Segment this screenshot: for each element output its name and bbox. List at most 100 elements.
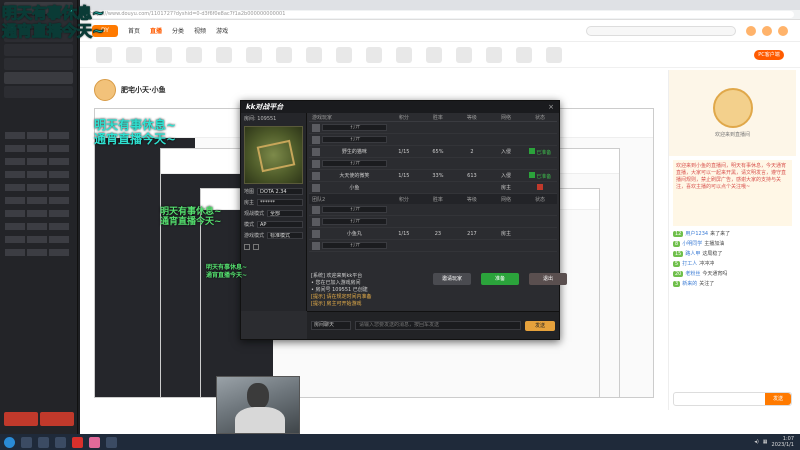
anchor-name: 肥宅小天·小鱼: [121, 86, 166, 94]
dialog-titlebar[interactable]: kk对战平台 ×: [241, 101, 559, 113]
app-icon[interactable]: [89, 436, 100, 448]
nav-category[interactable]: 分类: [172, 26, 184, 35]
category-icon[interactable]: [276, 46, 292, 63]
app-icon[interactable]: [72, 436, 83, 448]
app-icon[interactable]: [106, 436, 117, 448]
stream-tool-sidebar: [0, 0, 78, 434]
setting-observer: 观战模式 全部: [244, 209, 303, 218]
table-row[interactable]: 打开: [309, 216, 557, 228]
table-row[interactable]: 小鱼 房主: [309, 182, 557, 194]
mascot-icon: [712, 88, 753, 128]
chat-message: 8 小明同学 主播加油: [673, 240, 725, 247]
category-icon[interactable]: [336, 46, 352, 63]
chat-notice: 欢迎来到直播间: [714, 132, 750, 138]
room-settings-panel: 房间: 109551 地图 DOTA 2.34 房主 ****** 观战模式 全部 模…: [241, 113, 307, 311]
chat-message: 12 用户1234 来了来了: [673, 230, 731, 237]
nav-live[interactable]: 直播: [150, 26, 162, 35]
category-icon[interactable]: [306, 46, 322, 63]
mirror-caption: 通宵直播今天~: [206, 272, 248, 279]
chat-send-button[interactable]: 发送: [765, 393, 791, 405]
history-icon[interactable]: [746, 25, 756, 36]
room-log: [系统] 欢迎来到kk平台 • 您在已加入游戏房间 • 房间号 109551 已…: [311, 273, 372, 307]
site-header: DY 首页 直播 分类 视频 游戏: [80, 20, 800, 42]
nav-video[interactable]: 视频: [194, 26, 206, 35]
category-icon[interactable]: [396, 46, 412, 63]
table-row[interactable]: 打开: [309, 204, 557, 216]
url-field[interactable]: https://www.douyu.com/1101727?dyshid=0-d…: [86, 11, 794, 18]
category-icon[interactable]: [246, 46, 262, 63]
table-row[interactable]: 打开: [309, 134, 557, 146]
setting-host: 房主 ******: [244, 198, 303, 207]
setting-mode: 模式 AP: [244, 220, 303, 229]
category-icon[interactable]: [486, 46, 502, 63]
map-preview: [244, 126, 303, 184]
chat-mode-select[interactable]: 房间聊天: [311, 321, 351, 330]
category-strip: PC客户端: [80, 42, 800, 68]
pc-client-button[interactable]: PC客户端: [754, 49, 784, 60]
room-chat-input[interactable]: 请输入您要发送的消息，按回车发送: [355, 321, 521, 330]
system-tray: ◂) ▦ 1:07 2023/1/1: [754, 436, 800, 448]
table-header: 游戏玩家 积分 胜率 等级 网络 状态: [309, 113, 557, 122]
address-bar[interactable]: https://www.douyu.com/1101727?dyshid=0-d…: [80, 10, 800, 20]
mirror-caption: 通宵直播今天~: [160, 217, 222, 227]
nav-home[interactable]: 首页: [128, 26, 140, 35]
room-actions: 邀请玩家 准备 退出: [433, 273, 567, 285]
category-icon[interactable]: [126, 46, 142, 63]
table-row[interactable]: 小鱼丸 1/15 23 217 房主: [309, 228, 557, 240]
follow-icon[interactable]: [762, 25, 772, 36]
network-icon[interactable]: ▦: [763, 439, 768, 445]
table-row[interactable]: 打开: [309, 240, 557, 252]
category-icon[interactable]: [96, 46, 112, 63]
search-input[interactable]: [586, 25, 736, 36]
chat-message: 20 老粉丝 今天通宵吗: [673, 270, 728, 277]
start-icon[interactable]: [4, 436, 15, 448]
room-chat-send-button[interactable]: 发送: [525, 320, 555, 331]
category-icon[interactable]: [516, 46, 532, 63]
room-number: 房间: 109551: [244, 116, 277, 122]
sidebar-grid: [4, 130, 74, 260]
chat-input[interactable]: 发送: [673, 392, 792, 406]
leave-button[interactable]: 退出: [529, 273, 567, 285]
kk-game-room-dialog: kk对战平台 × 房间: 109551 地图 DOTA 2.34 房主 ******…: [240, 100, 567, 340]
avatar[interactable]: [778, 25, 788, 36]
category-icon[interactable]: [186, 46, 202, 63]
stop-live-button[interactable]: [40, 412, 74, 426]
chat-message: 3 新来的 关注了: [673, 280, 715, 287]
sidebar-row[interactable]: [4, 72, 73, 84]
chat-panel: 欢迎来到直播间 欢迎来到小鱼的直播间，明天有事休息，今天通宵直播，大家可以一起来…: [668, 70, 796, 410]
category-icon[interactable]: [426, 46, 442, 63]
category-icon[interactable]: [216, 46, 232, 63]
kk-icon[interactable]: [38, 436, 49, 448]
ready-button[interactable]: 准备: [481, 273, 519, 285]
browser-tab-strip[interactable]: [80, 0, 800, 10]
table-row[interactable]: 打开: [309, 158, 557, 170]
table-row[interactable]: 打开: [309, 122, 557, 134]
explorer-icon[interactable]: [21, 436, 32, 448]
table-row[interactable]: 野生的猫咪 1/15 65% 2 入侵 已准备: [309, 146, 557, 158]
chat-message: 15 路人甲 这局稳了: [673, 250, 723, 257]
anchor-avatar[interactable]: [94, 79, 116, 101]
anchor-info: 肥宅小天·小鱼: [94, 78, 166, 102]
webcam-overlay: [216, 376, 300, 434]
option-checkbox[interactable]: [244, 242, 303, 251]
category-icon[interactable]: [546, 46, 562, 63]
sidebar-row[interactable]: [4, 44, 73, 56]
app-icon[interactable]: [55, 436, 66, 448]
start-live-button[interactable]: [4, 412, 38, 426]
kk-logo: kk对战平台: [246, 103, 284, 111]
table-row[interactable]: 大天使的微笑 1/15 33% 613 入侵 已准备: [309, 170, 557, 182]
player-table: 游戏玩家 积分 胜率 等级 网络 状态 打开 打开 野生的猫咪 1/15 65% 2 入侵 已准备…: [309, 113, 557, 271]
nav-game[interactable]: 游戏: [216, 26, 228, 35]
sidebar-row[interactable]: [4, 86, 73, 98]
category-icon[interactable]: [156, 46, 172, 63]
volume-icon[interactable]: ◂): [754, 439, 758, 445]
close-icon[interactable]: ×: [548, 103, 554, 111]
category-icon[interactable]: [366, 46, 382, 63]
chat-banner: 欢迎来到直播间: [669, 70, 796, 156]
category-icon[interactable]: [456, 46, 472, 63]
sidebar-row[interactable]: [4, 58, 73, 70]
room-chat-bar: 房间聊天 请输入您要发送的消息，按回车发送 发送: [307, 311, 559, 339]
team2-header: 团队2 积分 胜率 等级 网络 状态: [309, 194, 557, 204]
invite-button[interactable]: 邀请玩家: [433, 273, 471, 285]
clock[interactable]: 1:07 2023/1/1: [772, 436, 794, 448]
